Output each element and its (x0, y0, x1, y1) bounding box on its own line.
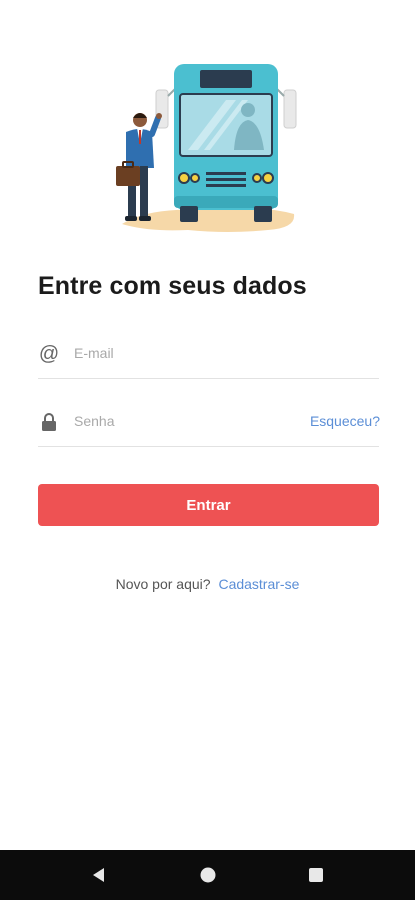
at-sign-icon: @ (38, 342, 60, 365)
password-input[interactable] (74, 410, 294, 432)
signup-row: Novo por aqui? Cadastrar-se (0, 576, 415, 592)
lock-icon (38, 411, 60, 433)
bus-passenger-illustration (108, 58, 304, 240)
forgot-password-link[interactable]: Esqueceu? (310, 413, 380, 429)
login-button[interactable]: Entrar (38, 484, 379, 526)
home-circle-icon[interactable] (197, 864, 219, 886)
email-field: @ (38, 334, 379, 379)
system-nav-bar (0, 850, 415, 900)
recents-square-icon[interactable] (305, 864, 327, 886)
back-triangle-icon[interactable] (88, 864, 110, 886)
page-title: Entre com seus dados (38, 272, 307, 300)
signup-link[interactable]: Cadastrar-se (218, 576, 299, 592)
password-field: Esqueceu? (38, 402, 380, 447)
signup-prompt: Novo por aqui? (115, 576, 211, 592)
email-input[interactable] (74, 342, 294, 364)
